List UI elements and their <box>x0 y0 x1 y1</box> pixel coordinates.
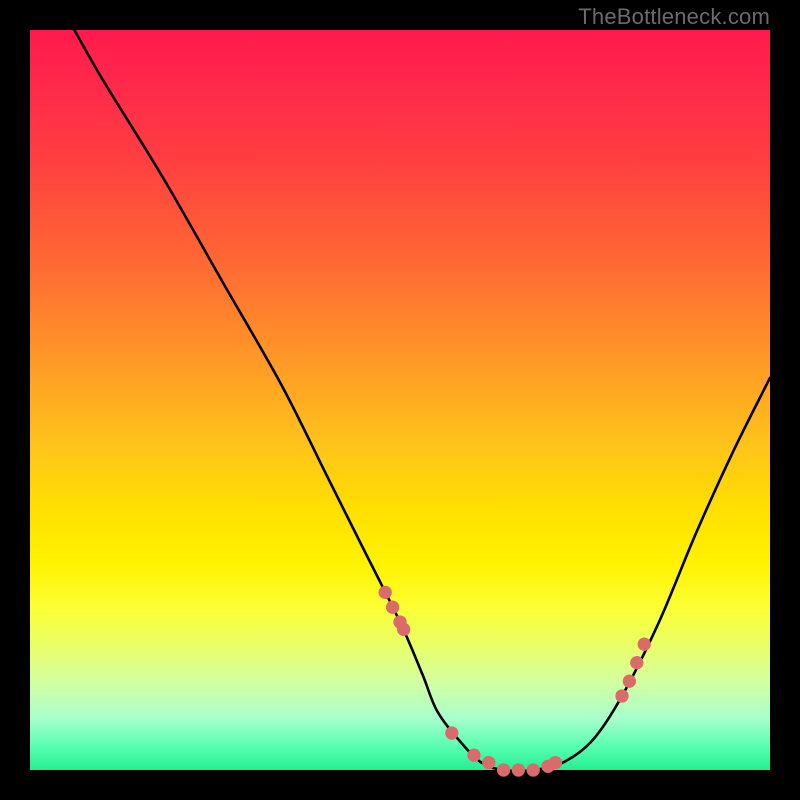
highlight-dots <box>379 586 651 777</box>
highlight-dot <box>623 675 636 688</box>
curve-line <box>74 30 770 771</box>
highlight-dot <box>615 689 628 702</box>
highlight-dot <box>379 586 392 599</box>
highlight-dot <box>397 623 410 636</box>
chart-svg <box>30 30 770 770</box>
highlight-dot <box>445 726 458 739</box>
plot-area <box>30 30 770 770</box>
highlight-dot <box>386 601 399 614</box>
highlight-dot <box>527 763 540 776</box>
highlight-dot <box>497 763 510 776</box>
highlight-dot <box>482 756 495 769</box>
highlight-dot <box>630 656 643 669</box>
chart-frame: TheBottleneck.com <box>0 0 800 800</box>
highlight-dot <box>638 638 651 651</box>
highlight-dot <box>512 763 525 776</box>
highlight-dot <box>549 756 562 769</box>
highlight-dot <box>467 749 480 762</box>
watermark-text: TheBottleneck.com <box>578 4 770 30</box>
